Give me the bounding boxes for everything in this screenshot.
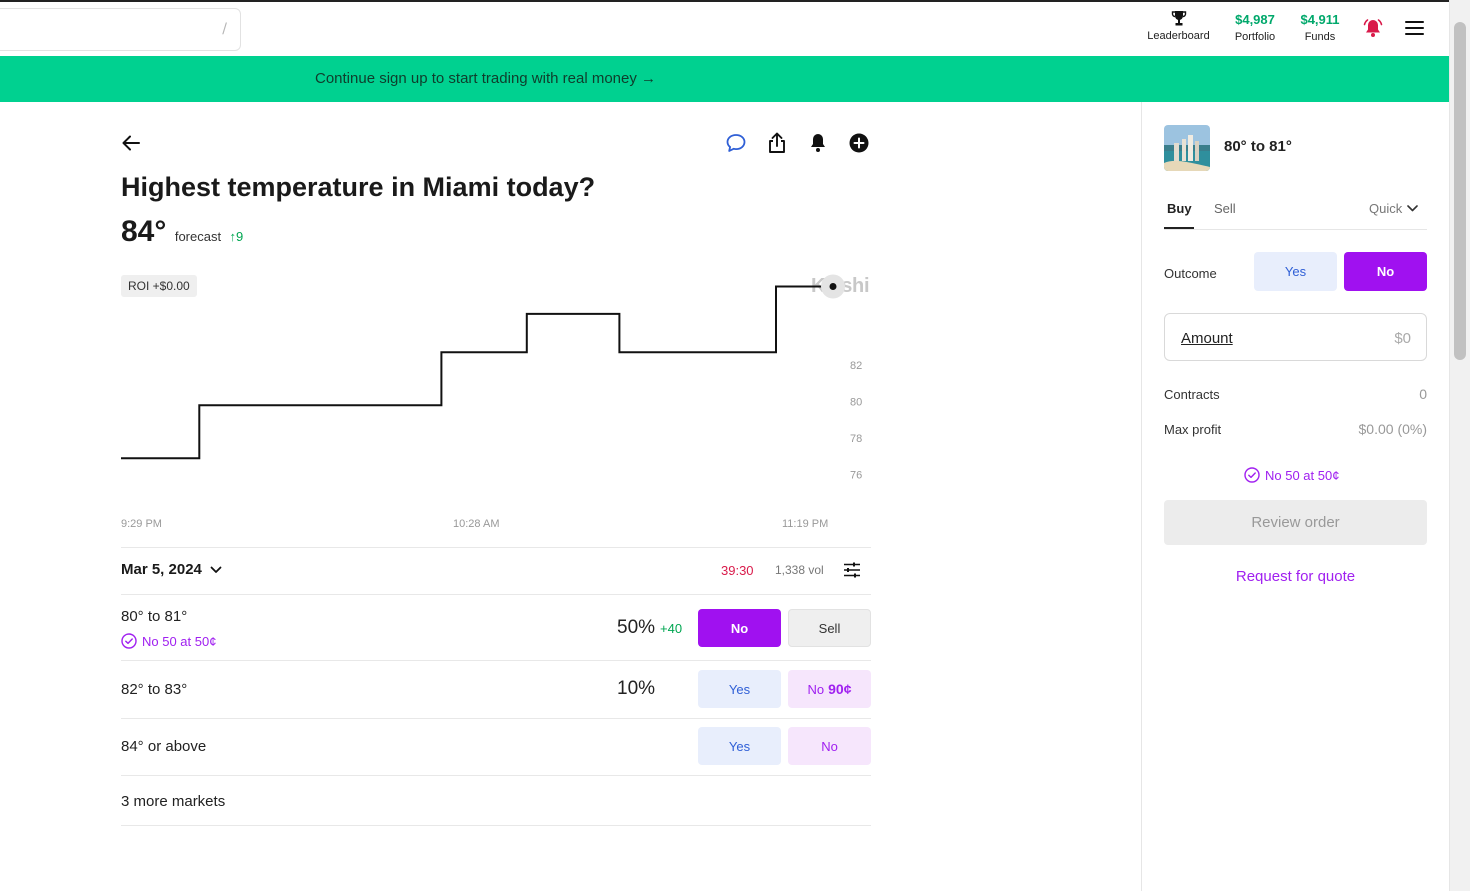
trophy-icon	[1171, 11, 1186, 26]
x-tick-label: 11:19 PM	[782, 518, 828, 530]
outcome-label: 80° to 81°	[121, 608, 188, 625]
max-profit-value: $0.00 (0%)	[1358, 421, 1427, 437]
yes-button[interactable]: Yes	[698, 727, 781, 765]
y-tick-label: 76	[850, 470, 862, 482]
outcome-label: 84° or above	[121, 738, 207, 755]
order-mode-label: Quick	[1369, 201, 1403, 216]
page-scrollbar[interactable]	[1449, 0, 1470, 891]
yes-button[interactable]: Yes	[698, 670, 781, 708]
chevron-down-icon	[1407, 205, 1419, 212]
review-order-button[interactable]: Review order	[1164, 500, 1427, 545]
forecast-chart: 76 78 80 82 9:29 PM 10:28 AM 11:19 PM	[121, 274, 862, 530]
sliders-icon[interactable]	[843, 561, 861, 579]
scrollbar-thumb[interactable]	[1454, 22, 1466, 360]
order-mode-dropdown[interactable]: Quick	[1369, 201, 1419, 216]
check-circle-icon	[121, 633, 137, 649]
active-tab-indicator	[1164, 227, 1194, 229]
divider	[121, 660, 871, 661]
amount-value: $0	[1394, 330, 1411, 347]
check-circle-icon	[1244, 467, 1260, 483]
funds-link[interactable]: $4,911 Funds	[1294, 12, 1346, 43]
top-header: / Leaderboard $4,987 Portfolio $4,911 Fu…	[0, 2, 1449, 56]
outcome-position-note: No 50 at 50¢	[121, 633, 216, 649]
y-tick-label: 78	[850, 433, 862, 445]
volume-label: 1,338 vol	[775, 563, 824, 577]
chevron-down-icon	[210, 566, 222, 573]
divider	[121, 775, 871, 776]
probability-value: 50%	[617, 617, 656, 638]
divider	[121, 718, 871, 719]
no-button[interactable]: No	[788, 727, 871, 765]
signup-banner[interactable]: Continue sign up to start trading with r…	[0, 56, 1449, 102]
amount-input[interactable]: Amount $0	[1164, 313, 1427, 361]
no-button[interactable]: No 90¢	[788, 670, 871, 708]
x-tick-label: 10:28 AM	[453, 518, 499, 530]
chart-endpoint-dot	[829, 283, 837, 291]
outcome-field-label: Outcome	[1164, 266, 1217, 281]
amount-label: Amount	[1181, 330, 1233, 347]
contracts-value: 0	[1419, 386, 1427, 402]
outcome-yes-button[interactable]: Yes	[1254, 252, 1337, 291]
order-panel: 80° to 81° Buy Sell Quick Outcome Yes No…	[1141, 102, 1449, 891]
divider	[121, 594, 871, 595]
signup-banner-text: Continue sign up to start trading with r…	[315, 70, 657, 87]
chart-series-line	[121, 285, 833, 460]
outcome-label: 82° to 83°	[121, 681, 188, 698]
tab-buy[interactable]: Buy	[1167, 201, 1192, 216]
more-markets-link[interactable]: 3 more markets	[121, 793, 225, 810]
leaderboard-link[interactable]: Leaderboard	[1141, 10, 1216, 42]
market-main: Highest temperature in Miami today? 84° …	[0, 102, 1141, 891]
countdown-timer: 39:30	[721, 563, 754, 578]
notification-bell-icon[interactable]	[1362, 17, 1384, 39]
x-tick-label: 9:29 PM	[121, 518, 162, 530]
tab-sell[interactable]: Sell	[1214, 201, 1236, 216]
outcome-probability: 10%	[617, 678, 656, 699]
portfolio-link[interactable]: $4,987 Portfolio	[1228, 12, 1282, 43]
search-shortcut: /	[222, 21, 227, 37]
contracts-label: Contracts	[1164, 387, 1220, 402]
portfolio-label: Portfolio	[1234, 31, 1276, 43]
y-tick-label: 80	[850, 397, 862, 409]
divider	[121, 547, 871, 548]
funds-amount: $4,911	[1300, 12, 1340, 27]
y-tick-label: 82	[850, 360, 862, 372]
sell-button[interactable]: Sell	[788, 609, 871, 647]
date-label: Mar 5, 2024	[121, 561, 202, 578]
no-button-price: 90¢	[828, 681, 852, 697]
search-input[interactable]: /	[0, 8, 241, 51]
tab-divider	[1164, 229, 1427, 230]
panel-market-title: 80° to 81°	[1224, 138, 1292, 155]
outcome-no-button[interactable]: No	[1344, 252, 1427, 291]
divider	[121, 825, 871, 826]
leaderboard-label: Leaderboard	[1147, 30, 1210, 42]
no-button[interactable]: No	[698, 609, 781, 647]
portfolio-amount: $4,987	[1235, 12, 1275, 27]
no-button-label: No	[807, 681, 825, 697]
date-dropdown[interactable]: Mar 5, 2024	[121, 561, 222, 578]
max-profit-label: Max profit	[1164, 422, 1222, 437]
funds-label: Funds	[1304, 31, 1336, 43]
hamburger-menu-icon[interactable]	[1405, 21, 1424, 39]
probability-change: +40	[660, 621, 683, 636]
position-note-text: No 50 at 50¢	[142, 633, 217, 649]
panel-position-note-text: No 50 at 50¢	[1265, 467, 1340, 483]
outcome-probability: 50% +40	[617, 617, 682, 639]
market-thumbnail	[1164, 125, 1210, 171]
panel-position-note: No 50 at 50¢	[1244, 467, 1339, 483]
request-quote-link[interactable]: Request for quote	[1164, 568, 1427, 585]
